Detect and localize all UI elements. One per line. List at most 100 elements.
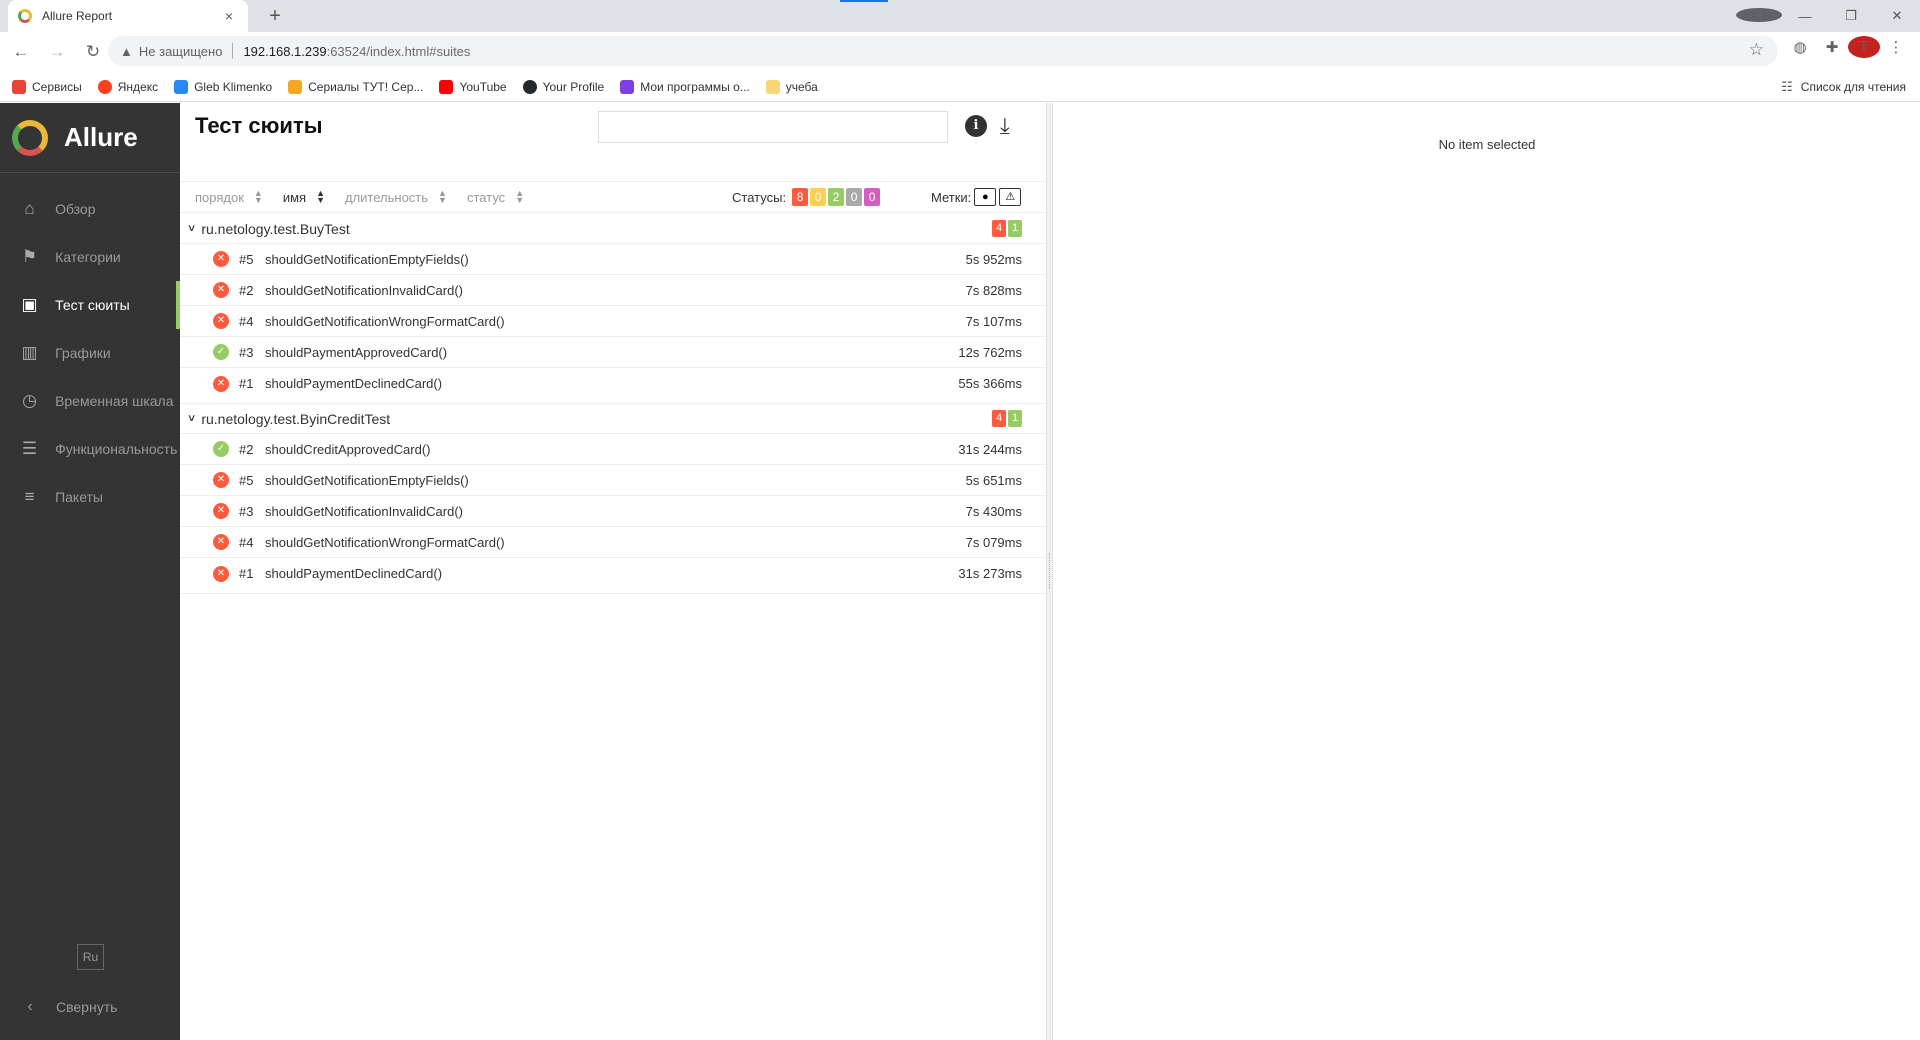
test-name: shouldPaymentDeclinedCard()	[265, 376, 443, 391]
folder-icon	[765, 79, 780, 94]
test-duration: 5s 952ms	[965, 252, 1022, 267]
warning-icon[interactable]: ▲	[120, 44, 133, 59]
test-row[interactable]: ✕ #4 shouldGetNotificationWrongFormatCard(…	[180, 527, 1046, 558]
status-filter-passed[interactable]: 2	[828, 188, 845, 206]
sidebar-item-behaviors[interactable]: ☰ Функциональность	[0, 425, 180, 473]
extensions-icon[interactable]: ✚	[1816, 38, 1848, 56]
forward-icon[interactable]: →	[42, 42, 72, 62]
bookmark-serials[interactable]: Сериалы ТУТ! Сер...	[288, 79, 423, 94]
suite-header[interactable]: ∨ ru.netology.test.ByinCreditTest 4 1	[180, 404, 1046, 434]
allure-logo-icon	[12, 119, 48, 156]
bookmark-yandex[interactable]: Яндекс	[97, 79, 158, 94]
status-filter-unknown[interactable]: 0	[864, 188, 881, 206]
test-order: #2	[239, 441, 254, 457]
security-status[interactable]: Не защищено	[139, 44, 223, 59]
sort-by-status[interactable]: статус ▲ ▼	[467, 189, 524, 205]
failed-count-badge: 4	[992, 410, 1006, 427]
test-name: shouldPaymentDeclinedCard()	[265, 566, 443, 581]
failed-status-icon: ✕	[213, 503, 229, 519]
flaky-bomb-icon[interactable]: ●	[974, 188, 997, 206]
test-row[interactable]: ✕ #2 shouldGetNotificationInvalidCard() 7s …	[180, 275, 1046, 306]
info-icon[interactable]: i	[965, 115, 987, 137]
sidebar-item-label: Временная шкала	[55, 393, 174, 409]
test-row[interactable]: ✕ #5 shouldGetNotificationEmptyFields() 5s …	[180, 244, 1046, 275]
window-controls: — ❐ ✕	[1736, 0, 1920, 32]
list-icon: ☰	[21, 439, 38, 458]
search-input[interactable]	[598, 111, 948, 143]
address-bar[interactable]: ▲ Не защищено 192.168.1.239 :63524/index…	[108, 36, 1778, 66]
browser-tab-strip: Allure Report × + — ❐ ✕	[0, 0, 1920, 32]
marks-label: Метки:	[931, 189, 972, 205]
splitter-grip-icon	[1049, 553, 1050, 589]
test-row[interactable]: ✕ #5 shouldGetNotificationEmptyFields() 5s …	[180, 465, 1046, 496]
test-order: #5	[239, 251, 254, 267]
test-row[interactable]: ✓ #3 shouldPaymentApprovedCard() 12s 762ms	[180, 337, 1046, 368]
bookmark-services[interactable]: Сервисы	[12, 79, 82, 94]
browser-menu-icon[interactable]: ⋮	[1880, 38, 1912, 56]
sort-by-order[interactable]: порядок ▲ ▼	[195, 189, 263, 205]
bookmark-star-icon[interactable]: ☆	[1749, 40, 1764, 60]
sidebar-item-categories[interactable]: ⚑ Категории	[0, 233, 180, 281]
failed-status-icon: ✕	[213, 565, 229, 582]
suite-status-badges: 41	[990, 220, 1022, 237]
sort-by-duration[interactable]: длительность ▲ ▼	[345, 189, 447, 205]
sidebar-item-suites[interactable]: ▣ Тест сюиты	[0, 281, 180, 329]
status-filter-broken[interactable]: 0	[810, 188, 827, 206]
sort-by-name[interactable]: имя ▲ ▼	[283, 188, 325, 205]
download-icon[interactable]: ⤓	[1000, 113, 1010, 139]
test-row[interactable]: ✕ #4 shouldGetNotificationWrongFormatCard(…	[180, 306, 1046, 337]
sort-bar: порядок ▲ ▼ имя ▲ ▼ длительность ▲ ▼ статус ▲ ▼ …	[180, 181, 1046, 213]
status-filter-failed[interactable]: 8	[792, 188, 809, 206]
sort-arrows-icon: ▲ ▼	[316, 188, 325, 205]
test-duration: 31s 244ms	[958, 442, 1022, 457]
profile-avatar[interactable]: T	[1848, 36, 1880, 58]
suites-tree: ∨ ru.netology.test.BuyTest 4 1 ✕ #5 shouldGetN…	[180, 214, 1046, 594]
collapse-label: Свернуть	[56, 999, 118, 1015]
new-failed-warning-icon[interactable]: ⚠	[999, 188, 1022, 206]
sidebar-item-graphs[interactable]: ▥ Графики	[0, 329, 180, 377]
test-duration: 7s 107ms	[965, 314, 1022, 329]
bookmark-programs[interactable]: Мои программы о...	[620, 79, 750, 94]
close-window-icon[interactable]: ✕	[1874, 8, 1920, 24]
allure-favicon-icon	[18, 9, 32, 23]
minimize-icon[interactable]: —	[1782, 9, 1828, 24]
pane-splitter[interactable]	[1046, 103, 1053, 1040]
test-row[interactable]: ✕ #1 shouldPaymentDeclinedCard() 31s 273ms	[180, 558, 1046, 589]
reading-list-button[interactable]: ☷ Список для чтения	[1781, 79, 1906, 95]
restore-icon[interactable]: ❐	[1828, 8, 1874, 24]
bookmark-vk[interactable]: Gleb Klimenko	[174, 79, 272, 94]
chevron-down-icon: ∨	[186, 413, 197, 424]
test-order: #3	[239, 344, 254, 360]
sidebar-item-timeline[interactable]: ◷ Временная шкала	[0, 377, 180, 425]
url-path[interactable]: :63524/index.html#suites	[327, 44, 471, 59]
url-host[interactable]: 192.168.1.239	[243, 44, 326, 59]
status-filter-skipped[interactable]: 0	[846, 188, 863, 206]
test-duration: 5s 651ms	[965, 473, 1022, 488]
collapse-button[interactable]: ‹ Свернуть	[18, 998, 117, 1016]
test-duration: 31s 273ms	[958, 566, 1022, 581]
language-switch[interactable]: Ru	[77, 944, 104, 970]
bookmark-github[interactable]: Your Profile	[522, 79, 604, 94]
reload-icon[interactable]: ↻	[78, 42, 108, 62]
sidebar: Allure ⌂ Обзор ⚑ Категории ▣ Тест сюиты …	[0, 103, 180, 1040]
test-row[interactable]: ✓ #2 shouldCreditApprovedCard() 31s 244ms	[180, 434, 1046, 465]
bookmark-folder-ucheba[interactable]: учеба	[765, 79, 818, 94]
brand[interactable]: Allure	[0, 103, 180, 173]
test-name: shouldGetNotificationEmptyFields()	[265, 251, 469, 267]
test-row[interactable]: ✕ #3 shouldGetNotificationInvalidCard() 7s …	[180, 496, 1046, 527]
browser-tab[interactable]: Allure Report ×	[8, 0, 248, 32]
test-row[interactable]: ✕ #1 shouldPaymentDeclinedCard() 55s 366ms	[180, 368, 1046, 399]
test-order: #3	[239, 503, 254, 519]
suite-header[interactable]: ∨ ru.netology.test.BuyTest 4 1	[180, 214, 1046, 244]
back-icon[interactable]: ←	[6, 42, 36, 62]
align-left-icon: ≡	[24, 487, 35, 506]
bookmark-youtube[interactable]: YouTube	[439, 79, 507, 94]
profile-menu-icon[interactable]	[1736, 7, 1782, 25]
tab-close-icon[interactable]: ×	[220, 8, 238, 24]
sidebar-item-packages[interactable]: ≡ Пакеты	[0, 473, 180, 521]
test-duration: 7s 430ms	[965, 504, 1022, 519]
sidebar-item-overview[interactable]: ⌂ Обзор	[0, 185, 180, 233]
translate-icon[interactable]: ◍	[1784, 38, 1816, 56]
new-tab-button[interactable]: +	[262, 3, 288, 29]
failed-status-icon: ✕	[213, 534, 229, 550]
